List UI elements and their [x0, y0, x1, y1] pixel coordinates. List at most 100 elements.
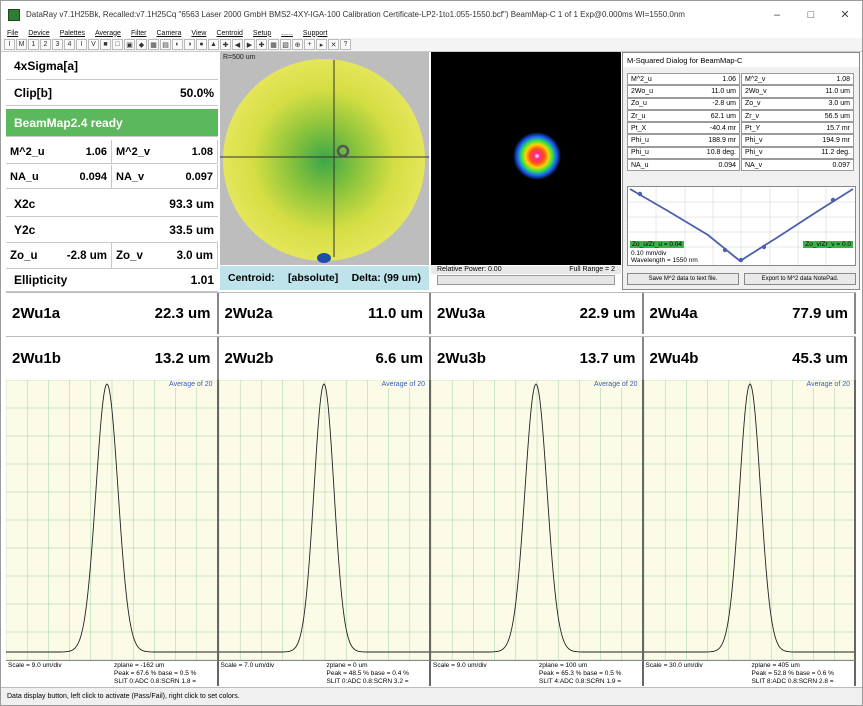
close-button[interactable]: ✕	[828, 1, 862, 28]
toolbar-button[interactable]: ■	[100, 39, 111, 50]
menu-item-ellipsis[interactable]: ......	[281, 30, 293, 37]
toolbar-button[interactable]: ▣	[124, 39, 135, 50]
beam-2d-view[interactable]	[431, 52, 621, 265]
m-squared-cell[interactable]: Zo_u -2.8 um	[627, 97, 740, 110]
menu-item-setup[interactable]: Setup	[253, 30, 271, 37]
m-squared-cell[interactable]: 2Wo_u 11.0 um	[627, 85, 740, 98]
m-squared-cell[interactable]: Phi_u 10.8 deg.	[627, 146, 740, 160]
sigma-row[interactable]: 4xSigma[a]	[6, 52, 218, 80]
toolbar-button[interactable]: ●	[196, 39, 207, 50]
profile-plot-4[interactable]: Average of 20	[643, 380, 856, 660]
toolbar-button[interactable]: □	[112, 39, 123, 50]
y2c-row[interactable]: Y2c 33.5 um	[6, 217, 218, 243]
m-squared-row: Phi_u 188.9 mr Phi_v 194.9 mr	[627, 134, 855, 147]
m-squared-table: M^2_u 1.06 M^2_v 1.08 2Wo_u 11.0 um 2Wo_v 11.0 …	[627, 73, 855, 172]
menu-item-centroid[interactable]: Centroid	[216, 30, 242, 37]
m-squared-cell[interactable]: M^2_u 1.06	[627, 73, 740, 86]
toolbar-button[interactable]: M	[16, 39, 27, 50]
menu-item-support[interactable]: Support	[303, 30, 328, 37]
m2v-cell[interactable]: M^2_v 1.08	[112, 140, 218, 163]
toolbar-button[interactable]: ◐	[172, 39, 183, 50]
m-squared-cell[interactable]: Phi_v 194.9 mr	[741, 134, 854, 147]
width-a-cell-4[interactable]: 2Wu4a 77.9 um	[644, 293, 856, 334]
app-icon	[8, 8, 20, 21]
m-squared-cell[interactable]: 2Wo_v 11.0 um	[741, 85, 854, 98]
toolbar-button[interactable]: ▲	[208, 39, 219, 50]
toolbar-button[interactable]: ▧	[280, 39, 291, 50]
toolbar-button[interactable]: 1	[28, 39, 39, 50]
toolbar-button[interactable]: ◆	[136, 39, 147, 50]
toolbar-button[interactable]: ✕	[328, 39, 339, 50]
width-b-cell-1[interactable]: 2Wu1b 13.2 um	[6, 337, 219, 380]
menu-item-camera[interactable]: Camera	[157, 30, 182, 37]
m-squared-cell[interactable]: Zr_v 56.5 um	[741, 109, 854, 123]
beam-profile-view[interactable]: R=500 um	[220, 52, 429, 265]
toolbar-button[interactable]: ▸	[316, 39, 327, 50]
m-squared-cell[interactable]: Pt_Y 15.7 mr	[741, 122, 854, 135]
toolbar-button[interactable]: ▦	[148, 39, 159, 50]
nau-cell[interactable]: NA_u 0.094	[6, 165, 112, 188]
width-a-cell-1[interactable]: 2Wu1a 22.3 um	[6, 293, 219, 334]
centroid-bar[interactable]: Centroid: [absolute] Delta: (99 um)	[220, 266, 429, 290]
m-squared-cell[interactable]: Phi_u 188.9 mr	[627, 134, 740, 147]
width-a-cell-2[interactable]: 2Wu2a 11.0 um	[219, 293, 431, 334]
toolbar-button[interactable]: 4	[64, 39, 75, 50]
toolbar-button[interactable]: ?	[340, 39, 351, 50]
zou-cell[interactable]: Zo_u -2.8 um	[6, 243, 112, 268]
toolbar-button[interactable]: ◀	[232, 39, 243, 50]
menu-item-device[interactable]: Device	[28, 30, 49, 37]
nav-cell[interactable]: NA_v 0.097	[112, 165, 218, 188]
menu-item-palettes[interactable]: Palettes	[60, 30, 85, 37]
width-a-label: 2Wu2a	[224, 305, 273, 322]
status-row[interactable]: BeamMap2.4 ready	[6, 109, 218, 137]
toolbar-button[interactable]: ✚	[256, 39, 267, 50]
ellipticity-value: 1.01	[190, 273, 214, 287]
toolbar-button[interactable]: 3	[52, 39, 63, 50]
m-squared-row: Zr_u 62.1 um Zr_v 56.5 um	[627, 109, 855, 123]
width-a-cell-3[interactable]: 2Wu3a 22.9 um	[431, 293, 644, 334]
toolbar-button[interactable]: 2	[40, 39, 51, 50]
width-b-cell-2[interactable]: 2Wu2b 6.6 um	[219, 337, 431, 380]
m-squared-cell[interactable]: NA_v 0.097	[741, 159, 854, 172]
toolbar-button[interactable]: +	[304, 39, 315, 50]
profile-plot-2[interactable]: Average of 20	[218, 380, 431, 660]
toolbar-button[interactable]: V	[88, 39, 99, 50]
m-squared-key: Zo_v	[745, 100, 761, 108]
menu-item-view[interactable]: View	[191, 30, 206, 37]
minimize-button[interactable]: –	[760, 1, 794, 28]
toolbar-button[interactable]: ◑	[184, 39, 195, 50]
toolbar-button[interactable]: ⊕	[292, 39, 303, 50]
zov-cell[interactable]: Zo_v 3.0 um	[112, 243, 218, 268]
menu-item-filter[interactable]: Filter	[131, 30, 147, 37]
ellipticity-row[interactable]: Ellipticity 1.01	[6, 269, 218, 292]
m-squared-cell[interactable]: Pt_X -40.4 mr	[627, 122, 740, 135]
m-squared-cell[interactable]: Phi_v 11.2 deg.	[741, 146, 854, 160]
width-a-value: 77.9 um	[792, 305, 848, 322]
menu-item-file[interactable]: File	[7, 30, 18, 37]
m-squared-cell[interactable]: Zr_u 62.1 um	[627, 109, 740, 123]
width-b-cell-4[interactable]: 2Wu4b 45.3 um	[644, 337, 856, 380]
menu-item-average[interactable]: Average	[95, 30, 121, 37]
toolbar-button[interactable]: ▦	[268, 39, 279, 50]
parameter-panel: 4xSigma[a] Clip[b] 50.0% BeamMap2.4 read…	[6, 52, 218, 292]
profile-plot-1[interactable]: Average of 20	[6, 380, 219, 660]
maximize-button[interactable]: □	[794, 1, 828, 28]
toolbar-button[interactable]: ✚	[220, 39, 231, 50]
toolbar-button[interactable]: ▶	[244, 39, 255, 50]
m-squared-cell[interactable]: M^2_v 1.08	[741, 73, 854, 86]
width-b-cell-3[interactable]: 2Wu3b 13.7 um	[431, 337, 644, 380]
m2u-cell[interactable]: M^2_u 1.06	[6, 140, 112, 163]
toolbar-button[interactable]: I	[76, 39, 87, 50]
profile-plot-3[interactable]: Average of 20	[431, 380, 644, 660]
zou-value: -2.8 um	[66, 249, 107, 262]
toolbar-button[interactable]: I	[4, 39, 15, 50]
export-notepad-button[interactable]: Export to M^2 data NotePad.	[744, 273, 856, 285]
palette-scale-bar[interactable]	[437, 275, 615, 285]
x2c-row[interactable]: X2c 93.3 um	[6, 191, 218, 217]
m2v-value: 1.08	[191, 145, 213, 158]
save-text-button[interactable]: Save M^2 data to text file.	[627, 273, 739, 285]
toolbar-button[interactable]: ▤	[160, 39, 171, 50]
clip-row[interactable]: Clip[b] 50.0%	[6, 80, 218, 106]
m-squared-cell[interactable]: Zo_v 3.0 um	[741, 97, 854, 110]
m-squared-cell[interactable]: NA_u 0.094	[627, 159, 740, 172]
